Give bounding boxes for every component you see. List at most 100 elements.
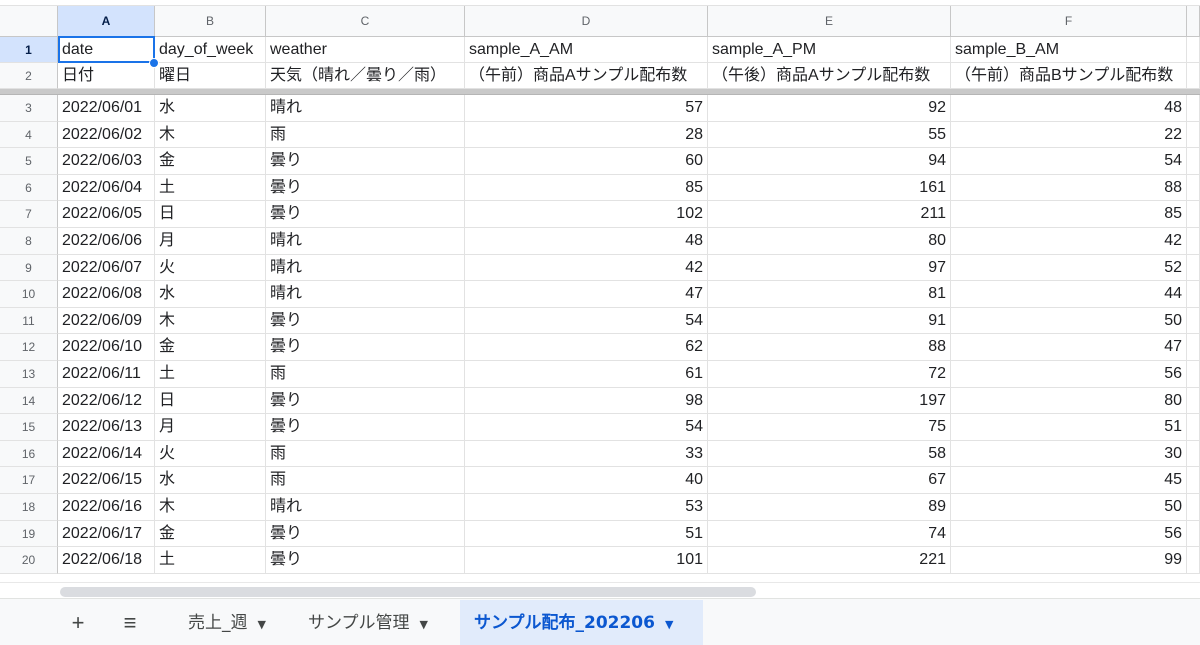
sheet-tab-sales-week[interactable]: 売上_週 ▼ xyxy=(174,600,292,645)
cell-e6[interactable]: 161 xyxy=(708,174,951,202)
cell-c7[interactable]: 曇り xyxy=(266,201,465,228)
cell-a15[interactable]: 2022/06/13 xyxy=(58,414,155,441)
cell-f8[interactable]: 42 xyxy=(951,228,1187,255)
cell-a11[interactable]: 2022/06/09 xyxy=(58,307,155,335)
cell-f11[interactable]: 50 xyxy=(951,307,1187,335)
cell-overflow[interactable] xyxy=(1187,307,1200,335)
cell-b19[interactable]: 金 xyxy=(155,520,266,548)
cell-e18[interactable]: 89 xyxy=(708,494,951,521)
cell-overflow[interactable] xyxy=(1187,63,1200,89)
cell-e7[interactable]: 211 xyxy=(708,201,951,228)
cell-d15[interactable]: 54 xyxy=(465,414,708,441)
row-number[interactable]: 7 xyxy=(0,201,58,228)
cell-overflow[interactable] xyxy=(1187,387,1200,415)
cell-e9[interactable]: 97 xyxy=(708,254,951,282)
row-number[interactable]: 11 xyxy=(0,307,58,335)
fill-handle[interactable] xyxy=(149,58,159,68)
cell-f10[interactable]: 44 xyxy=(951,281,1187,308)
row-number[interactable]: 8 xyxy=(0,228,58,255)
cell-b5[interactable]: 金 xyxy=(155,148,266,175)
cell-d8[interactable]: 48 xyxy=(465,228,708,255)
cell-d10[interactable]: 47 xyxy=(465,281,708,308)
cell-f19[interactable]: 56 xyxy=(951,520,1187,548)
cell-e15[interactable]: 75 xyxy=(708,414,951,441)
cell-b8[interactable]: 月 xyxy=(155,228,266,255)
column-header-d[interactable]: D xyxy=(465,6,708,37)
cell-overflow[interactable] xyxy=(1187,414,1200,441)
cell-c14[interactable]: 曇り xyxy=(266,387,465,415)
cell-d11[interactable]: 54 xyxy=(465,307,708,335)
cell-b2[interactable]: 曜日 xyxy=(155,63,266,89)
cell-b16[interactable]: 火 xyxy=(155,440,266,468)
row-number[interactable]: 15 xyxy=(0,414,58,441)
column-header-f[interactable]: F xyxy=(951,6,1187,37)
cell-c12[interactable]: 曇り xyxy=(266,334,465,361)
cell-d18[interactable]: 53 xyxy=(465,494,708,521)
cell-a3[interactable]: 2022/06/01 xyxy=(58,95,155,122)
row-number[interactable]: 10 xyxy=(0,281,58,308)
row-number[interactable]: 2 xyxy=(0,63,58,89)
cell-f12[interactable]: 47 xyxy=(951,334,1187,361)
cell-f3[interactable]: 48 xyxy=(951,95,1187,122)
row-number[interactable]: 16 xyxy=(0,440,58,468)
cell-a6[interactable]: 2022/06/04 xyxy=(58,174,155,202)
cell-d7[interactable]: 102 xyxy=(465,201,708,228)
cell-a9[interactable]: 2022/06/07 xyxy=(58,254,155,282)
cell-b20[interactable]: 土 xyxy=(155,547,266,574)
row-number[interactable]: 20 xyxy=(0,547,58,574)
cell-d2[interactable]: （午前）商品Aサンプル配布数 xyxy=(465,63,708,89)
cell-d9[interactable]: 42 xyxy=(465,254,708,282)
cell-c16[interactable]: 雨 xyxy=(266,440,465,468)
cell-a7[interactable]: 2022/06/05 xyxy=(58,201,155,228)
cell-a16[interactable]: 2022/06/14 xyxy=(58,440,155,468)
cell-c19[interactable]: 曇り xyxy=(266,520,465,548)
cell-overflow[interactable] xyxy=(1187,520,1200,548)
cell-c13[interactable]: 雨 xyxy=(266,361,465,388)
row-number[interactable]: 6 xyxy=(0,174,58,202)
cell-b14[interactable]: 日 xyxy=(155,387,266,415)
cell-overflow[interactable] xyxy=(1187,254,1200,282)
cell-d17[interactable]: 40 xyxy=(465,467,708,494)
cell-b4[interactable]: 木 xyxy=(155,121,266,149)
cell-a8[interactable]: 2022/06/06 xyxy=(58,228,155,255)
cell-d14[interactable]: 98 xyxy=(465,387,708,415)
cell-b13[interactable]: 土 xyxy=(155,361,266,388)
cell-c10[interactable]: 晴れ xyxy=(266,281,465,308)
row-number[interactable]: 5 xyxy=(0,148,58,175)
cell-d4[interactable]: 28 xyxy=(465,121,708,149)
cell-e3[interactable]: 92 xyxy=(708,95,951,122)
cell-b10[interactable]: 水 xyxy=(155,281,266,308)
cell-overflow[interactable] xyxy=(1187,95,1200,122)
cell-c18[interactable]: 晴れ xyxy=(266,494,465,521)
sheet-tab-sample-management[interactable]: サンプル管理 ▼ xyxy=(294,600,458,645)
cell-f5[interactable]: 54 xyxy=(951,148,1187,175)
cell-f1[interactable]: sample_B_AM xyxy=(951,37,1187,63)
cell-b17[interactable]: 水 xyxy=(155,467,266,494)
cell-d1[interactable]: sample_A_AM xyxy=(465,37,708,63)
cell-b11[interactable]: 木 xyxy=(155,307,266,335)
cell-f18[interactable]: 50 xyxy=(951,494,1187,521)
cell-b18[interactable]: 木 xyxy=(155,494,266,521)
cell-overflow[interactable] xyxy=(1187,467,1200,494)
row-number[interactable]: 17 xyxy=(0,467,58,494)
column-header-b[interactable]: B xyxy=(155,6,266,37)
cell-e20[interactable]: 221 xyxy=(708,547,951,574)
cell-overflow[interactable] xyxy=(1187,440,1200,468)
cell-c8[interactable]: 晴れ xyxy=(266,228,465,255)
cell-b7[interactable]: 日 xyxy=(155,201,266,228)
cell-a10[interactable]: 2022/06/08 xyxy=(58,281,155,308)
row-number[interactable]: 19 xyxy=(0,520,58,548)
chevron-down-icon[interactable]: ▼ xyxy=(420,618,428,631)
cell-a12[interactable]: 2022/06/10 xyxy=(58,334,155,361)
cell-f15[interactable]: 51 xyxy=(951,414,1187,441)
cell-f2[interactable]: （午前）商品Bサンプル配布数 xyxy=(951,63,1187,89)
cell-c3[interactable]: 晴れ xyxy=(266,95,465,122)
cell-a4[interactable]: 2022/06/02 xyxy=(58,121,155,149)
cell-c4[interactable]: 雨 xyxy=(266,121,465,149)
cell-f6[interactable]: 88 xyxy=(951,174,1187,202)
chevron-down-icon[interactable]: ▼ xyxy=(258,618,266,631)
cell-overflow[interactable] xyxy=(1187,361,1200,388)
row-number[interactable]: 3 xyxy=(0,95,58,122)
column-header-e[interactable]: E xyxy=(708,6,951,37)
cell-d6[interactable]: 85 xyxy=(465,174,708,202)
